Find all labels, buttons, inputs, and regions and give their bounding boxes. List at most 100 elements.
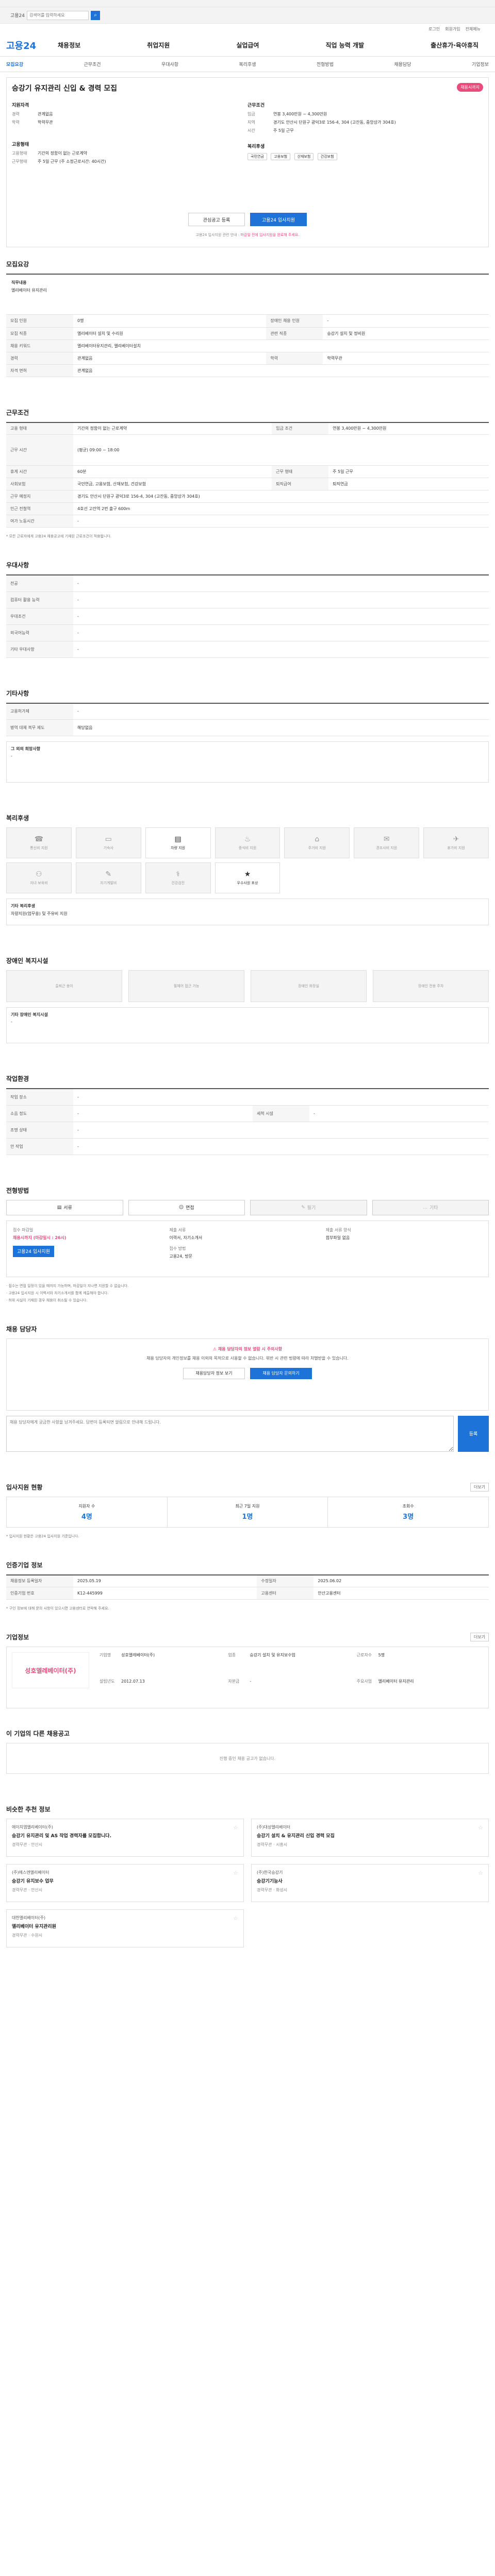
apply-info-box: 접수 마감일 채용시까지 (마감일시 : 26시) 고용24 입사지원 제출 서… (6, 1220, 489, 1277)
similar-card[interactable]: ☆ 에이치엠엘리베이터(주) 승강기 유지관리 및 AS 작업 경력자를 모집합니다… (6, 1819, 244, 1857)
disabled-etc-title: 기타 장애인 복지시설 (11, 1012, 48, 1017)
view-manager-button[interactable]: 채용담당자 정보 보기 (183, 1367, 245, 1379)
table-row: 기타 우대사항 - (6, 641, 489, 658)
company-row: 설립년도 2012.07.13 (100, 1679, 145, 1684)
similar-card[interactable]: ☆ 대한엘리베이터(주) 엘리베이터 유지관리원 경력무관 · 수원시 (6, 1909, 244, 1947)
work-column: 근무조건 임금 연봉 3,400만원 ~ 4,300만원 지역 경기도 안산시 단원… (248, 101, 483, 167)
star-icon[interactable]: ☆ (478, 1870, 483, 1876)
tab-work[interactable]: 근무조건 (84, 61, 101, 67)
disabled-etc-box: 기타 장애인 복지시설 - (6, 1007, 489, 1043)
top-search-input[interactable] (27, 10, 89, 20)
welfare-heading: 복리후생 (248, 144, 265, 149)
nav-item-unemployment[interactable]: 실업급여 (236, 41, 259, 49)
star-icon[interactable]: ☆ (478, 1824, 483, 1831)
prefer-table: 전공 - 컴퓨터 활용 능력 - 우대조건 - 외국어능력 - 기타 우대사항 - (6, 574, 489, 658)
table-row: 컴퓨터 활용 능력 - (6, 591, 489, 608)
benefit-item: ✎ 자기계발비 (75, 862, 141, 893)
registration-table: 채용정보 등록일자 2025.05.19 수정일자 2025.06.02 인증기업 번… (6, 1574, 489, 1600)
car-icon: ▤ (174, 835, 182, 843)
disabled-item: 출퇴근 용이 (6, 970, 122, 1002)
table-row: 자격 면허 관계없음 (6, 364, 489, 377)
company-more-button[interactable]: 더보기 (470, 1633, 489, 1641)
disabled-item: 장애인 화장실 (251, 970, 367, 1002)
job-summary-card: 승강기 유지관리 신입 & 경력 모집 채용시까지 지원자격 경력 관계없음 학력… (6, 77, 489, 247)
selection-methods: ▤ 서류 ☺ 면접 ✎ 필기 … 기타 (6, 1199, 489, 1215)
tab-prefer[interactable]: 우대사항 (161, 61, 178, 67)
work-section-title: 근무조건 (6, 409, 29, 416)
qna-submit-button[interactable]: 등록 (458, 1415, 489, 1452)
site-logo[interactable]: 고용24 (6, 39, 58, 52)
login-link[interactable]: 로그인 (428, 26, 440, 32)
phone-icon: ☎ (34, 835, 44, 843)
table-row: 외국어능력 - (6, 624, 489, 641)
manager-desc: 채용 담당자의 개인정보를 채용 이외의 목적으로 사용할 수 없습니다. 위반… (146, 1355, 349, 1361)
company-row: 자본금 - (228, 1679, 252, 1684)
plane-icon: ✈ (453, 835, 459, 843)
nav-item-training[interactable]: 직업 능력 개발 (325, 41, 364, 49)
duty-box: 직무내용 엘리베이터 유지관리 (6, 274, 489, 315)
star-icon[interactable]: ☆ (233, 1824, 238, 1831)
others-section-title: 이 기업의 다른 채용공고 (6, 1730, 70, 1737)
benefit-item: ▤ 차량 지원 (145, 827, 211, 858)
bottom-spacer (6, 1947, 489, 2009)
scrap-button[interactable]: 관심공고 등록 (188, 213, 245, 226)
company-logo: 성호엘레베이터(주) (12, 1652, 89, 1688)
apply-button[interactable]: 고용24 입사지원 (250, 213, 307, 226)
benefit-item: ✉ 경조사비 지원 (354, 827, 420, 858)
qna-textarea[interactable] (6, 1415, 454, 1452)
star-icon[interactable]: ☆ (233, 1915, 238, 1922)
benefit-item: ✈ 휴가비 지원 (423, 827, 489, 858)
apply-col: 제출 서류 양식 첨부파일 없음 (325, 1227, 351, 1240)
similar-section-title: 비슷한 추천 정보 (6, 1806, 51, 1813)
all-menu-link[interactable]: 전체메뉴 (466, 26, 481, 32)
tab-recruit[interactable]: 모집요강 (6, 61, 23, 67)
top-search-strip: 고용24 ⌕ (0, 7, 495, 24)
contact-manager-button[interactable]: 채용 담당자 문의하기 (250, 1367, 312, 1379)
benefit-item: ☎ 통신비 지원 (6, 827, 72, 858)
duty-title: 직무내용 (11, 280, 27, 285)
benefit-item: ♨ 중식비 지원 (214, 827, 280, 858)
other-etc-text: - (11, 754, 12, 758)
table-row: 경력 관계없음 학력 학력무관 (6, 352, 489, 365)
table-row: 작업 장소 - (6, 1089, 489, 1106)
deadline-badge: 채용시까지 (457, 83, 483, 92)
job-summary-grid: 지원자격 경력 관계없음 학력 학력무관 고용형태 고용형태 기간의 정함이 없는 근… (12, 101, 483, 167)
benefit-grid: ☎ 통신비 지원 ▭ 기숙사 ▤ 차량 지원 ♨ 중식비 지원 ⌂ 주거비 지원 ✉ 경조사… (6, 827, 489, 893)
nav-item-jobs[interactable]: 채용정보 (58, 41, 80, 49)
table-row: 병역 대체 복무 제도 해당없음 (6, 719, 489, 736)
similar-card[interactable]: ☆ (주)한국승강기 승강기기능사 경력무관 · 화성시 (251, 1864, 489, 1902)
nav-item-support[interactable]: 취업지원 (147, 41, 170, 49)
table-row: 조명 상태 - (6, 1122, 489, 1139)
top-strip (0, 0, 495, 7)
table-row: 안 작업 - (6, 1138, 489, 1155)
signup-link[interactable]: 회원가입 (445, 26, 460, 32)
search-icon[interactable]: ⌕ (91, 10, 101, 20)
tab-selection[interactable]: 전형방법 (317, 61, 334, 67)
similar-card[interactable]: ☆ (주)대성엘리베이터 승강기 설치 & 유지관리 신입 경력 모집 경력무관 · … (251, 1819, 489, 1857)
company-box: 성호엘레베이터(주) 기업명 성호엘레베이터(주) 업종 승강기 설치 및 유지보수… (6, 1647, 489, 1708)
tab-benefit[interactable]: 복리후생 (239, 61, 256, 67)
company-row: 주요사업 엘리베이터 유지관리 (356, 1679, 414, 1684)
stats-more-button[interactable]: 더보기 (470, 1482, 489, 1492)
benefit-etc-text: 차량지원(업무용) 및 주유비 지원 (11, 911, 68, 916)
summary-row: 근무형태 주 5일 근무 (주 소정근로시간: 40시간) (12, 159, 106, 164)
tab-manager[interactable]: 채용담당 (394, 61, 411, 67)
selection-notes: · 접수는 면접 일정이 있을 때까지 가능하며, 마감일이 지나면 지원할 수… (6, 1283, 129, 1302)
tab-company[interactable]: 기업정보 (472, 61, 489, 67)
benefit-item: ▭ 기숙사 (75, 827, 141, 858)
table-row: 고용 형태 기간의 정함이 없는 근로계약 임금 조건 연봉 3,400만원 ~ 4,… (6, 422, 489, 435)
benefit-item: ⚕ 건강검진 (145, 862, 211, 893)
job-title: 승강기 유지관리 신입 & 경력 모집 (12, 84, 118, 93)
other-etc-box: 그 외의 희망사항 - (6, 741, 489, 783)
welfare-chip: 고용보험 (271, 153, 291, 160)
table-row: 인근 전철역 4호선 고잔역 2번 출구 600m (6, 502, 489, 515)
apply-button-secondary[interactable]: 고용24 입사지원 (13, 1245, 54, 1257)
main-content: 승강기 유지관리 신입 & 경력 모집 채용시까지 지원자격 경력 관계없음 학력… (0, 77, 495, 2009)
deadline-value: 채용시까지 (마감일시 : 26시) (13, 1235, 67, 1240)
welfare-chips: 국민연금 고용보험 산재보험 건강보험 (248, 152, 483, 160)
similar-card[interactable]: ☆ (주)에스엔엘리베이터 승강기 유지보수 업무 경력무관 · 안산시 (6, 1864, 244, 1902)
manager-alert: ⚠ 채용 담당자의 정보 열람 시 주의사항 (212, 1346, 283, 1351)
star-icon[interactable]: ☆ (233, 1870, 238, 1876)
prefer-section-title: 우대사항 (6, 562, 29, 569)
nav-item-leave[interactable]: 출산휴가·육아휴직 (431, 41, 478, 49)
